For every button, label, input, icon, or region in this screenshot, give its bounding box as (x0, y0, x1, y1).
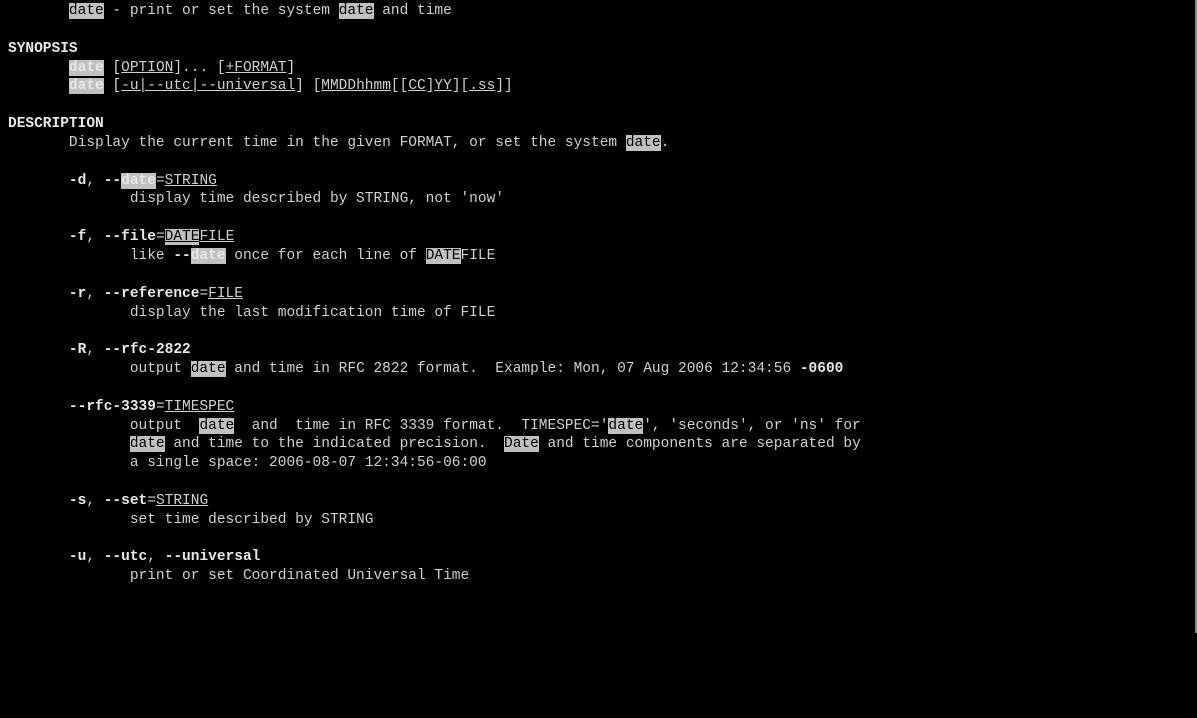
text-segment: .ss (469, 78, 495, 94)
text-segment: MMDDhhmm (321, 78, 391, 94)
text-segment: FILE (208, 286, 243, 302)
text-segment: -f (69, 229, 86, 245)
text-segment: -u (69, 549, 86, 565)
text-segment: --rfc-3339 (69, 399, 156, 415)
text-segment: -0600 (800, 361, 844, 377)
text-segment: SYNOPSIS (8, 41, 78, 57)
text-segment: -- (173, 248, 190, 264)
text-segment: date (69, 60, 104, 76)
text-segment: FILE (199, 229, 234, 245)
text-segment: --utc (104, 549, 148, 565)
text-segment: -d (69, 173, 86, 189)
text-segment: DATE (165, 229, 200, 245)
manpage-content: date - print or set the system date and … (8, 2, 1195, 586)
text-segment: -s (69, 493, 86, 509)
text-segment: date (121, 173, 156, 189)
text-segment: +FORMAT (226, 60, 287, 76)
text-segment: --file (104, 229, 156, 245)
text-segment: date (191, 248, 226, 264)
text-segment: TIMESPEC (165, 399, 235, 415)
text-segment: --set (104, 493, 148, 509)
text-segment: date (191, 361, 226, 377)
text-segment: CC (408, 78, 425, 94)
text-segment: -u|--utc|--universal (121, 78, 295, 94)
text-segment: date (626, 135, 661, 151)
text-segment: DESCRIPTION (8, 116, 104, 132)
text-segment: DATE (426, 248, 461, 264)
text-segment: YY (434, 78, 451, 94)
text-segment: STRING (165, 173, 217, 189)
text-segment: Date (504, 436, 539, 452)
text-segment: -R (69, 342, 86, 358)
text-segment: --universal (165, 549, 261, 565)
text-segment: --reference (104, 286, 200, 302)
text-segment: date (130, 436, 165, 452)
text-segment: date (608, 418, 643, 434)
text-segment: date (199, 418, 234, 434)
text-segment: date (339, 3, 374, 19)
text-segment: OPTION (121, 60, 173, 76)
text-segment: date (69, 3, 104, 19)
text-segment: STRING (156, 493, 208, 509)
text-segment: -- (104, 173, 121, 189)
text-segment: date (69, 78, 104, 94)
text-segment: -r (69, 286, 86, 302)
text-segment: --rfc-2822 (104, 342, 191, 358)
